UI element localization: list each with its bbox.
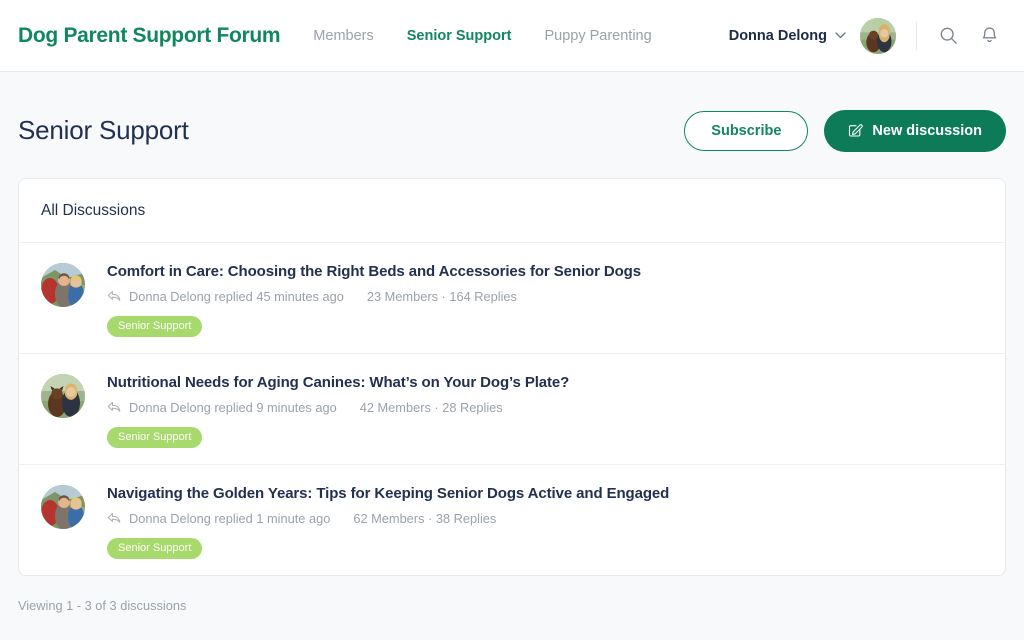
discussion-avatar[interactable] <box>41 263 85 307</box>
discussion-row[interactable]: Nutritional Needs for Aging Canines: Wha… <box>19 354 1005 465</box>
all-discussions-heading: All Discussions <box>41 201 146 219</box>
nav-item-puppy-parenting[interactable]: Puppy Parenting <box>544 28 651 44</box>
nav-item-senior-support[interactable]: Senior Support <box>407 28 512 44</box>
page-header: Senior Support Subscribe New discussion <box>0 72 1024 164</box>
header-divider <box>916 21 917 50</box>
discussion-avatar[interactable] <box>41 485 85 529</box>
reply-arrow-icon <box>107 290 121 303</box>
discussion-title[interactable]: Navigating the Golden Years: Tips for Ke… <box>107 485 983 503</box>
nav-item-members[interactable]: Members <box>313 28 373 44</box>
discussion-content: Nutritional Needs for Aging Canines: Wha… <box>107 374 983 448</box>
discussion-meta-stats: 62 Members · 38 Replies <box>353 511 497 526</box>
discussion-meta-stats: 23 Members · 164 Replies <box>366 289 517 304</box>
header-right-controls: Donna Delong <box>728 17 1004 54</box>
site-brand-title[interactable]: Dog Parent Support Forum <box>18 24 281 48</box>
user-avatar[interactable] <box>860 17 896 54</box>
discussion-meta-author: Donna Delong replied 1 minute ago <box>129 511 331 526</box>
discussion-content: Comfort in Care: Choosing the Right Beds… <box>107 263 983 337</box>
reply-arrow-icon <box>107 512 121 525</box>
discussion-meta-author: Donna Delong replied 9 minutes ago <box>129 400 337 415</box>
compose-icon <box>848 123 864 138</box>
page-header-actions: Subscribe New discussion <box>684 109 1006 152</box>
primary-navigation: Members Senior Support Puppy Parenting <box>313 28 651 44</box>
discussion-tag[interactable]: Senior Support <box>107 538 203 559</box>
bell-icon[interactable] <box>974 21 1004 51</box>
discussion-row[interactable]: Comfort in Care: Choosing the Right Beds… <box>19 243 1005 354</box>
user-menu[interactable]: Donna Delong <box>728 17 896 54</box>
discussion-meta: Donna Delong replied 45 minutes ago 23 M… <box>107 289 983 304</box>
discussion-meta: Donna Delong replied 9 minutes ago 42 Me… <box>107 400 983 415</box>
discussion-meta: Donna Delong replied 1 minute ago 62 Mem… <box>107 511 983 526</box>
discussion-tag[interactable]: Senior Support <box>107 427 203 448</box>
discussion-title[interactable]: Comfort in Care: Choosing the Right Beds… <box>107 263 983 281</box>
chevron-down-icon <box>835 31 846 42</box>
discussions-card-header: All Discussions <box>19 179 1005 243</box>
discussion-tag[interactable]: Senior Support <box>107 316 203 337</box>
discussion-meta-stats: 42 Members · 28 Replies <box>359 400 503 415</box>
new-discussion-label: New discussion <box>872 122 982 139</box>
page-title: Senior Support <box>18 115 189 145</box>
discussion-title[interactable]: Nutritional Needs for Aging Canines: Wha… <box>107 374 983 392</box>
new-discussion-button[interactable]: New discussion <box>824 109 1006 152</box>
discussion-row[interactable]: Navigating the Golden Years: Tips for Ke… <box>19 465 1005 575</box>
user-menu-name: Donna Delong <box>728 27 827 44</box>
top-navigation-bar: Dog Parent Support Forum Members Senior … <box>0 0 1024 72</box>
subscribe-button[interactable]: Subscribe <box>684 110 809 151</box>
search-icon[interactable] <box>933 21 963 51</box>
reply-arrow-icon <box>107 401 121 414</box>
discussions-card: All Discussions Comfort in Care: Choosin… <box>18 178 1006 576</box>
discussion-content: Navigating the Golden Years: Tips for Ke… <box>107 485 983 559</box>
discussion-meta-author: Donna Delong replied 45 minutes ago <box>129 289 344 304</box>
discussion-avatar[interactable] <box>41 374 85 418</box>
viewing-count-text: Viewing 1 - 3 of 3 discussions <box>18 598 187 613</box>
